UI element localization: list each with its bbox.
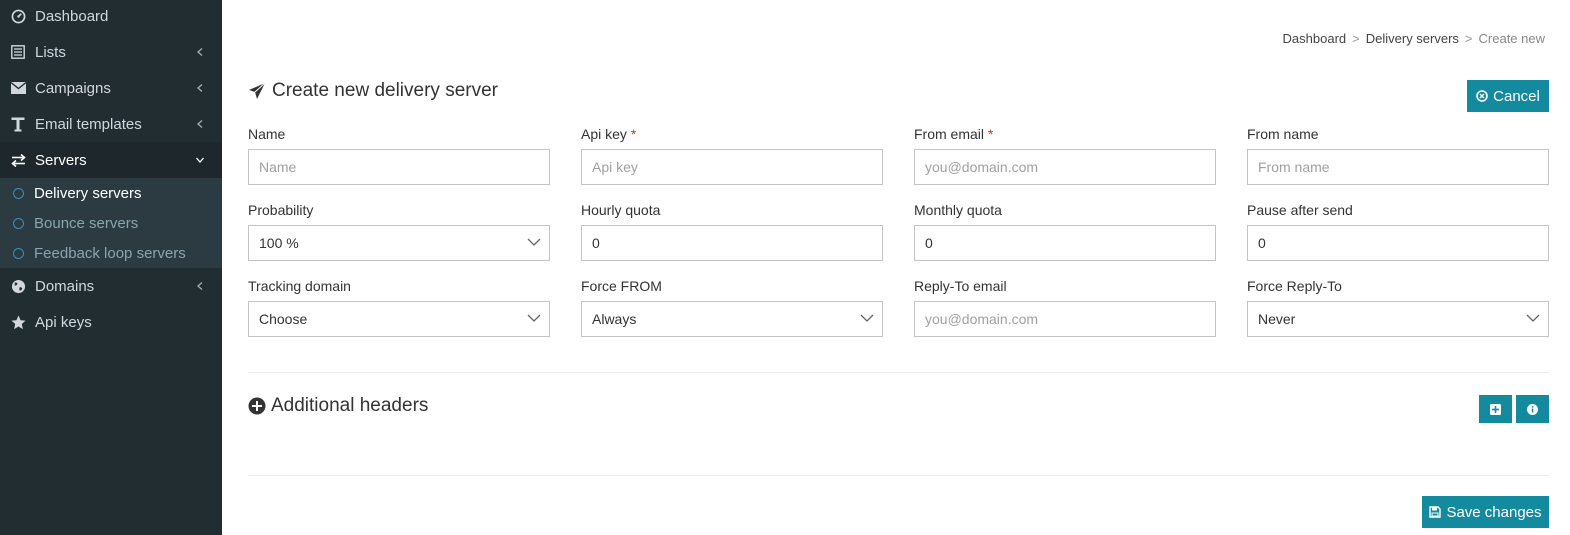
sidebar-item-label: Lists: [35, 43, 66, 61]
circle-icon: [13, 217, 24, 229]
list-icon: [10, 44, 26, 60]
name-input[interactable]: Name: [248, 149, 550, 185]
add-header-button[interactable]: [1479, 395, 1512, 423]
probability-value: 100 %: [259, 235, 299, 251]
monthly-quota-label: Monthly quota: [914, 202, 1002, 218]
sidebar-item-servers[interactable]: Servers: [0, 142, 222, 178]
reply-to-email-input[interactable]: you@domain.com: [914, 301, 1216, 337]
text-icon: [10, 116, 26, 132]
from-name-input[interactable]: From name: [1247, 149, 1549, 185]
circle-icon: [13, 247, 24, 259]
pause-after-send-label: Pause after send: [1247, 202, 1353, 218]
from-name-label: From name: [1247, 126, 1319, 142]
sidebar-item-email-templates[interactable]: Email templates: [0, 106, 222, 142]
pause-after-send-input[interactable]: 0: [1247, 225, 1549, 261]
sidebar-item-dashboard[interactable]: Dashboard: [0, 0, 222, 34]
servers-submenu: Delivery servers Bounce servers Feedback…: [0, 178, 222, 268]
sidebar-subitem-bounce-servers[interactable]: Bounce servers: [0, 208, 222, 238]
force-from-label: Force FROM: [581, 278, 662, 294]
sidebar-item-label: Email templates: [35, 115, 142, 133]
floppy-disk-icon: [1429, 506, 1442, 518]
envelope-icon: [10, 80, 26, 96]
chevron-down-icon: [860, 314, 874, 322]
chevron-left-icon: [197, 84, 203, 92]
page-title-text: Create new delivery server: [272, 80, 498, 101]
sidebar-subitem-label: Bounce servers: [34, 214, 139, 232]
sidebar-subitem-label: Feedback loop servers: [34, 244, 186, 262]
chevron-down-icon: [196, 157, 204, 163]
save-changes-button-label: Save changes: [1446, 503, 1542, 521]
divider: [248, 475, 1549, 476]
api-key-label: Api key *: [581, 126, 637, 142]
reply-to-email-label: Reply-To email: [914, 278, 1007, 294]
star-icon: [10, 314, 26, 330]
monthly-quota-input[interactable]: 0: [914, 225, 1216, 261]
breadcrumb: Dashboard > Delivery servers > Create ne…: [1283, 31, 1545, 46]
force-reply-to-value: Never: [1258, 311, 1296, 327]
sidebar-subitem-delivery-servers[interactable]: Delivery servers: [0, 178, 222, 208]
additional-headers-title-text: Additional headers: [271, 395, 429, 416]
sidebar-item-label: Api keys: [35, 313, 92, 331]
from-email-input[interactable]: you@domain.com: [914, 149, 1216, 185]
additional-headers-title: Additional headers: [248, 395, 428, 417]
force-from-select[interactable]: Always: [581, 301, 883, 337]
probability-label: Probability: [248, 202, 314, 218]
circle-icon: [13, 187, 24, 199]
plus-square-icon: [1490, 403, 1501, 415]
sidebar-item-lists[interactable]: Lists: [0, 34, 222, 70]
sidebar-item-label: Domains: [35, 277, 95, 295]
paper-plane-icon: [249, 82, 266, 99]
force-reply-to-select[interactable]: Never: [1247, 301, 1549, 337]
chevron-left-icon: [197, 282, 203, 290]
sidebar: Dashboard Lists Campaigns Email template…: [0, 0, 222, 535]
chevron-down-icon: [527, 314, 541, 322]
sidebar-item-domains[interactable]: Domains: [0, 268, 222, 304]
times-circle-icon: [1476, 90, 1488, 102]
cancel-button[interactable]: Cancel: [1467, 80, 1549, 112]
breadcrumb-link-dashboard[interactable]: Dashboard: [1283, 31, 1347, 46]
breadcrumb-link-delivery-servers[interactable]: Delivery servers: [1366, 31, 1459, 46]
sidebar-subitem-feedback-loop-servers[interactable]: Feedback loop servers: [0, 238, 222, 268]
sidebar-item-api-keys[interactable]: Api keys: [0, 304, 222, 340]
tracking-domain-select[interactable]: Choose: [248, 301, 550, 337]
api-key-input[interactable]: Api key: [581, 149, 883, 185]
dashboard-icon: [10, 8, 26, 24]
sidebar-item-label: Campaigns: [35, 79, 111, 97]
headers-info-button[interactable]: [1516, 395, 1549, 423]
probability-select[interactable]: 100 %: [248, 225, 550, 261]
sidebar-item-label: Dashboard: [35, 7, 109, 25]
from-email-label: From email *: [914, 126, 994, 142]
hourly-quota-input[interactable]: 0: [581, 225, 883, 261]
force-reply-to-label: Force Reply-To: [1247, 278, 1342, 294]
chevron-left-icon: [197, 120, 203, 128]
breadcrumb-separator: >: [1464, 31, 1473, 46]
divider: [248, 372, 1549, 373]
required-mark: *: [630, 126, 637, 142]
force-from-value: Always: [592, 311, 637, 327]
chevron-left-icon: [197, 48, 203, 56]
globe-icon: [10, 278, 26, 294]
sidebar-item-campaigns[interactable]: Campaigns: [0, 70, 222, 106]
chevron-down-icon: [1526, 314, 1540, 322]
page-title: Create new delivery server: [248, 80, 498, 102]
plus-circle-icon: [248, 397, 266, 415]
sidebar-item-label: Servers: [35, 151, 87, 169]
breadcrumb-separator: >: [1352, 31, 1360, 46]
chevron-down-icon: [527, 238, 541, 246]
required-mark: *: [987, 126, 994, 142]
name-label: Name: [248, 126, 286, 142]
sidebar-subitem-label: Delivery servers: [34, 184, 142, 202]
save-changes-button[interactable]: Save changes: [1422, 496, 1549, 528]
breadcrumb-current: Create new: [1478, 31, 1545, 46]
tracking-domain-value: Choose: [259, 311, 308, 327]
hourly-quota-label: Hourly quota: [581, 202, 661, 218]
exchange-icon: [10, 152, 26, 168]
tracking-domain-label: Tracking domain: [248, 278, 351, 294]
info-circle-icon: [1527, 403, 1538, 415]
cancel-button-label: Cancel: [1493, 87, 1540, 105]
